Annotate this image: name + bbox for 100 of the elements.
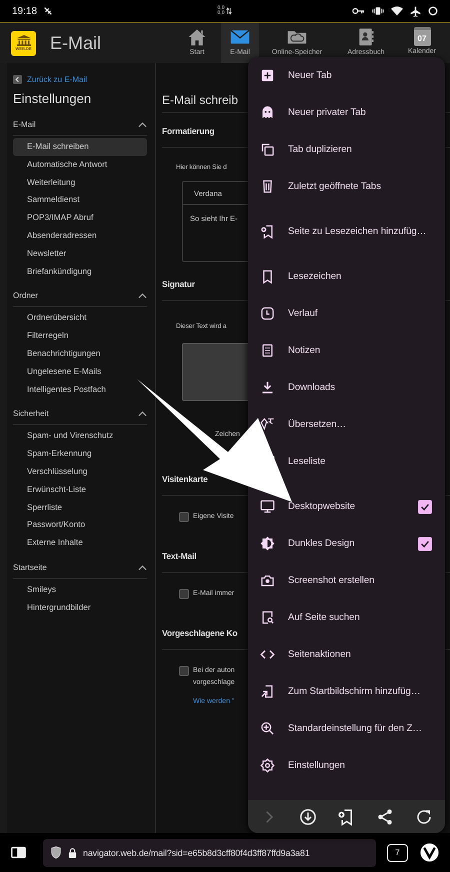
chevron-up-icon[interactable] — [138, 411, 147, 418]
sidebar-item[interactable]: Ungelesene E-Mails — [13, 362, 147, 381]
share-icon — [376, 808, 394, 826]
monitor-icon — [260, 499, 275, 514]
sidebar-item[interactable]: E-Mail schreiben — [13, 138, 147, 156]
bookmark-add-icon — [260, 224, 275, 239]
sidebar-item[interactable]: Automatische Antwort — [13, 156, 147, 174]
menu-item[interactable]: Standardeinstellung für den Z… — [288, 710, 432, 747]
plus-square-icon — [260, 68, 275, 83]
menu-item[interactable]: Neuer Tab — [288, 57, 432, 94]
menu-item[interactable]: Tab duplizieren — [288, 131, 432, 168]
menu-item[interactable]: Seitenaktionen — [288, 636, 432, 673]
sidebar-item[interactable]: POP3/IMAP Abruf — [13, 209, 147, 227]
group-title: E-Mail — [13, 119, 36, 131]
menu-item[interactable]: Seite zu Lesezeichen hinzufüg… — [288, 213, 432, 250]
share-button[interactable] — [376, 808, 394, 826]
menu-item[interactable]: Übersetzen… — [288, 406, 432, 443]
sidebar-item[interactable]: Benachrichtigungen — [13, 344, 147, 363]
section-heading: Signatur — [162, 279, 195, 290]
contrast-icon — [260, 536, 275, 551]
loading-circle-icon — [428, 6, 438, 16]
calendar-icon: 07 — [414, 27, 430, 46]
menu-item[interactable]: Auf Seite suchen — [288, 599, 432, 636]
page-title: E-Mail — [50, 32, 102, 54]
ghost-icon — [260, 105, 275, 120]
shield-icon — [50, 846, 62, 859]
page-search-icon — [260, 610, 275, 625]
camera-icon — [260, 573, 275, 588]
reload-icon — [414, 808, 433, 826]
sidebar-item[interactable]: Intelligentes Postfach — [13, 380, 147, 398]
zoom-in-icon — [260, 721, 275, 736]
sidebar-item[interactable]: Erwünscht-Liste — [13, 480, 147, 499]
menu-item[interactable]: Lesezeichen — [288, 258, 432, 295]
group-title: Sicherheit — [13, 408, 49, 420]
menu-item[interactable]: Notizen — [288, 332, 432, 369]
back-link[interactable]: Zurück zu E-Mail — [27, 74, 88, 84]
group-title: Startseite — [13, 562, 47, 574]
sidebar-item[interactable]: Verschlüsselung — [13, 462, 147, 481]
sidebar-item[interactable]: Newsletter — [13, 244, 147, 263]
checkbox[interactable] — [418, 536, 432, 550]
sidebar-item[interactable]: Weiterleitung — [13, 174, 147, 192]
note-icon — [260, 343, 275, 358]
sidebar-item[interactable]: Spam-Erkennung — [13, 445, 147, 463]
menu-item[interactable]: Einstellungen — [288, 747, 432, 784]
sidebar-item[interactable]: Filterregeln — [13, 327, 147, 345]
data-arrows-icon — [226, 6, 232, 16]
menu-item[interactable]: Leseliste — [288, 443, 432, 480]
menu-item[interactable]: Screenshot erstellen — [288, 562, 432, 599]
checkbox[interactable] — [179, 666, 189, 676]
settings-icon — [260, 758, 275, 773]
airplane-icon — [410, 6, 422, 16]
sidebar-item[interactable]: Briefankündigung — [13, 262, 147, 280]
vibrate-icon — [372, 6, 384, 16]
section-heading: Text-Mail — [162, 551, 196, 562]
clock-time: 19:18 — [12, 6, 38, 16]
chevron-up-icon[interactable] — [138, 122, 147, 128]
page-heading: E-Mail schreib — [162, 93, 238, 107]
group-title: Ordner — [13, 290, 38, 302]
reload-button[interactable] — [414, 808, 433, 826]
download-circle-icon — [298, 808, 317, 826]
menu-item[interactable]: Dunkles Design — [288, 525, 405, 562]
add-to-home-icon — [260, 684, 275, 699]
sidebar-item[interactable]: Absenderadressen — [13, 226, 147, 245]
settings-title: Einstellungen — [13, 91, 92, 107]
section-heading: Vorgeschlagene Ko — [162, 628, 238, 639]
checkbox[interactable] — [418, 500, 432, 514]
sidebar-item[interactable]: Hintergrundbilder — [13, 598, 147, 617]
menu-item[interactable]: Downloads — [288, 369, 432, 406]
sidebar-item[interactable]: Sammeldienst — [13, 191, 147, 210]
chevron-up-icon[interactable] — [138, 564, 147, 571]
checkbox[interactable] — [179, 589, 189, 599]
download-circle-button[interactable] — [298, 808, 317, 826]
chevron-up-icon[interactable] — [138, 293, 147, 300]
copy-icon — [260, 142, 275, 157]
lock-icon — [68, 848, 77, 858]
satellite-off-icon — [43, 6, 54, 16]
sidebar-item[interactable]: Passwort/Konto — [13, 516, 147, 534]
tab-count-button[interactable]: 7 — [387, 844, 408, 862]
menu-item[interactable]: Zuletzt geöffnete Tabs — [288, 168, 432, 205]
wifi-icon — [391, 6, 404, 16]
section-heading: Visitenkarte — [162, 474, 208, 485]
menu-item[interactable]: Neuer privater Tab — [288, 94, 432, 131]
browser-logo-icon[interactable] — [420, 843, 439, 862]
menu-item[interactable]: Verlauf — [288, 295, 432, 332]
address-field[interactable]: navigator.web.de/mail?sid=e65b8d3cff80f4d3ff87ffd9a3a81 — [43, 838, 376, 866]
panel-toggle-icon[interactable] — [10, 846, 27, 859]
house-icon — [187, 27, 207, 47]
sidebar-item[interactable]: Externe Inhalte — [13, 534, 147, 552]
key-icon — [352, 7, 366, 15]
menu-item[interactable]: Desktopwebsite — [288, 488, 405, 525]
sidebar-item[interactable]: Spam- und Virenschutz — [13, 427, 147, 446]
sidebar-item[interactable]: Sperrliste — [13, 498, 147, 516]
menu-item[interactable]: Zum Startbildschirm hinzufüg… — [288, 673, 432, 710]
download-icon — [260, 380, 275, 395]
sidebar-item[interactable]: Ordnerübersicht — [13, 309, 147, 328]
back-icon[interactable] — [13, 74, 22, 84]
checkbox[interactable] — [179, 512, 189, 522]
section-heading: Formatierung — [162, 126, 214, 137]
temple-icon — [16, 35, 32, 46]
sidebar-item[interactable]: Smileys — [13, 580, 147, 599]
